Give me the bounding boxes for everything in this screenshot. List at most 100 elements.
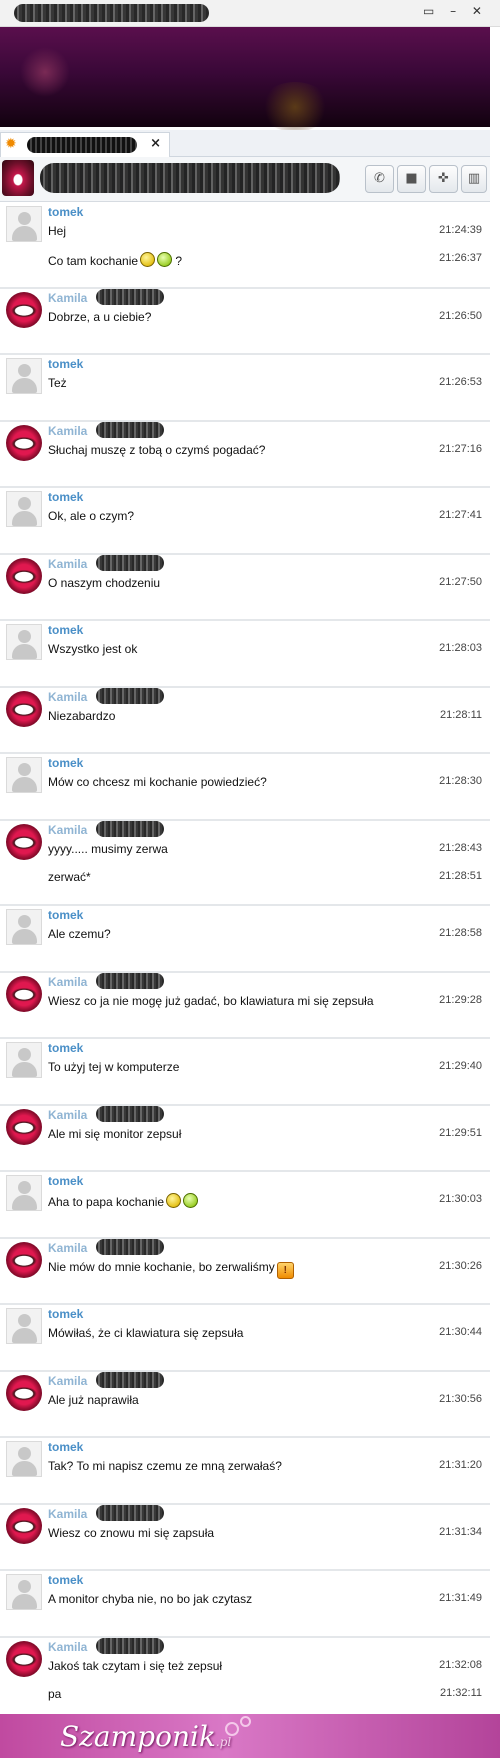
avatar-kamila[interactable] [6,1108,42,1145]
message-block: Kamila Dobrze, a u ciebie? 21:26:50 [0,288,490,355]
message-text-content: Wszystko jest ok [48,642,138,656]
avatar-default[interactable] [6,909,42,945]
contact-avatar[interactable] [2,160,34,196]
avatar-default[interactable] [6,206,42,242]
message-block: Kamila Nie mów do mnie kochanie, bo zerwa… [0,1238,490,1305]
message-text-content: Niezabardzo [48,708,116,723]
status-sun-icon: ✹ [5,136,17,152]
message-timestamp: 21:26:50 [439,309,482,322]
message-text-content: To użyj tej w komputerze [48,1060,180,1074]
avatar-kamila[interactable] [6,1507,42,1544]
message-text-content: Aha to papa kochanie [48,1195,165,1209]
avatar-kamila[interactable] [6,424,42,461]
sender-name[interactable]: Kamila [48,975,87,989]
message-text: Ok, ale o czym? [48,509,134,523]
message-block: Kamila Słuchaj muszę z tobą o czymś pogad… [0,421,490,488]
sender-name[interactable]: tomek [48,908,83,922]
message-text: Tak? To mi napisz czemu ze mną zerwałaś? [48,1459,282,1473]
message-text: Niezabardzo [48,709,115,723]
sender-name[interactable]: tomek [48,623,83,637]
message-text-content: yyyy..... musimy zerwa [48,841,168,856]
avatar-default[interactable] [6,1574,42,1610]
tab-bar: ✹ × [0,130,490,157]
avatar-default[interactable] [6,757,42,793]
avatar-default[interactable] [6,1308,42,1344]
avatar-kamila[interactable] [6,291,42,328]
sender-name[interactable]: tomek [48,1174,83,1188]
message-text: Ale już naprawiła [48,1393,139,1407]
avatar-default[interactable] [6,358,42,394]
call-button[interactable]: ✆ [365,165,394,193]
gift-button[interactable]: ▥ [461,165,487,193]
message-text-content: zerwać* [48,869,91,884]
sender-name[interactable]: Kamila [48,823,87,837]
sender-name[interactable]: Kamila [48,1374,87,1388]
avatar-kamila[interactable] [6,823,42,860]
message-block: tomek Ok, ale o czym? 21:27:41 [0,488,490,555]
censored-surname [96,288,164,305]
conversation-tab[interactable]: ✹ × [0,132,170,157]
message-timestamp: 21:24:39 [439,224,482,236]
sender-name[interactable]: Kamila [48,1507,87,1521]
message-block: Kamila Niezabardzo 21:28:11 [0,687,490,754]
sender-name[interactable]: tomek [48,490,83,504]
message-timestamp: 21:28:51 [439,869,482,882]
avatar-kamila[interactable] [6,1374,42,1411]
window-controls[interactable]: ▭ – ✕ [423,4,488,18]
avatar-default[interactable] [6,1042,42,1078]
sender-name[interactable]: tomek [48,357,83,371]
sender-name[interactable]: Kamila [48,690,87,704]
avatar-default[interactable] [6,624,42,660]
message-text-content: Co tam kochanie [48,254,139,268]
message-text: O naszym chodzeniu [48,576,160,590]
sender-name[interactable]: Kamila [48,291,87,305]
bubble-decoration [225,1722,239,1736]
message-text-content: O naszym chodzeniu [48,575,161,590]
sender-name[interactable]: tomek [48,1307,83,1321]
censored-surname [96,421,164,438]
avatar-default[interactable] [6,491,42,527]
avatar-kamila[interactable] [6,557,42,594]
sender-name[interactable]: Kamila [48,1640,87,1654]
sender-name[interactable]: Kamila [48,1241,87,1255]
censored-surname [96,1504,164,1521]
sender-name[interactable]: tomek [48,756,83,770]
avatar-kamila[interactable] [6,1640,42,1677]
message-text: Jakoś tak czytam i się też zepsuł [48,1659,222,1673]
censored-surname [96,972,164,989]
sender-name[interactable]: Kamila [48,557,87,571]
message-text: Też [48,376,67,390]
message-text-content: Wiesz co ja nie mogę już gadać, bo klawi… [48,993,374,1008]
video-call-button[interactable]: ■ [397,165,426,193]
message-text: yyyy..... musimy zerwa [48,842,168,856]
avatar-kamila[interactable] [6,975,42,1012]
message-text: Mów co chcesz mi kochanie powiedzieć? [48,775,267,789]
message-timestamp: 21:28:43 [439,841,482,854]
message-text-content: Ale mi się monitor zepsuł [48,1126,182,1141]
site-logo: Szamponik.pl [60,1720,231,1753]
avatar-default[interactable] [6,1175,42,1211]
censored-surname [96,820,164,837]
sender-name[interactable]: Kamila [48,1108,87,1122]
avatar-kamila[interactable] [6,690,42,727]
message-text-content: Dobrze, a u ciebie? [48,309,152,324]
message-text-content: Nie mów do mnie kochanie, bo zerwaliśmy [48,1259,275,1274]
avatar-default[interactable] [6,1441,42,1477]
avatar-kamila[interactable] [6,1241,42,1278]
message-timestamp: 21:32:08 [439,1658,482,1671]
message-block: tomek Mów co chcesz mi kochanie powiedzie… [0,754,490,821]
sender-name[interactable]: tomek [48,1573,83,1587]
sender-name[interactable]: tomek [48,1440,83,1454]
message-text-content: Wiesz co znowu mi się zapsuła [48,1525,215,1540]
site-logo-suffix: .pl [215,1735,232,1749]
sender-name[interactable]: tomek [48,1041,83,1055]
message-text: Wiesz co znowu mi się zapsuła [48,1526,214,1540]
games-button[interactable]: ✜ [429,165,458,193]
sender-name[interactable]: Kamila [48,424,87,438]
censored-surname [96,687,164,704]
sender-name[interactable]: tomek [48,205,83,219]
message-timestamp: 21:29:51 [439,1126,482,1139]
tab-close-button[interactable]: × [150,136,161,151]
message-timestamp: 21:30:26 [439,1259,482,1272]
message-timestamp: 21:31:20 [439,1459,482,1471]
